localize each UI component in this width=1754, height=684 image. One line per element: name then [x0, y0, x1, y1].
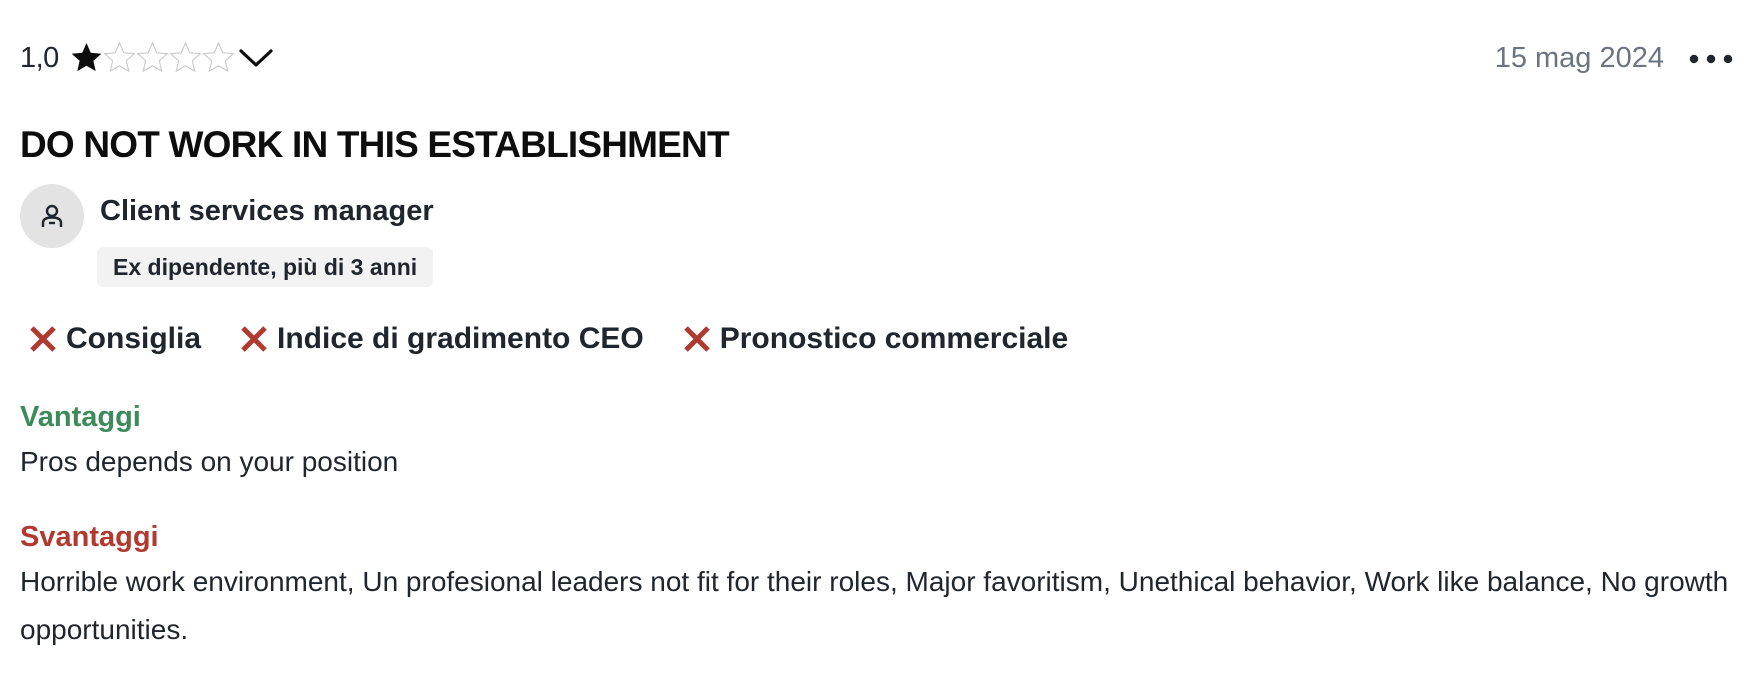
avatar — [20, 184, 84, 248]
cons-text: Horrible work environment, Un profesiona… — [20, 566, 1729, 645]
star-rating — [70, 40, 235, 74]
star-filled-icon — [71, 42, 102, 72]
pros-text: Pros depends on your position — [20, 446, 399, 477]
more-horizontal-icon[interactable] — [1688, 46, 1734, 72]
flag-business-outlook: Pronostico commerciale — [682, 322, 1068, 356]
person-icon — [41, 204, 63, 227]
flag-ceo-approval: Indice di gradimento CEO — [239, 322, 644, 356]
review-date: 15 mag 2024 — [1494, 42, 1664, 74]
x-icon — [241, 326, 267, 352]
rating-value: 1,0 — [20, 42, 59, 74]
employment-status-badge: Ex dipendente, più di 3 anni — [97, 247, 434, 287]
flag-recommend: Consiglia — [28, 322, 201, 356]
flag-label: Pronostico commerciale — [719, 322, 1069, 355]
star-outline-icon — [169, 41, 202, 73]
review-card: 1,0 15 mag 2024 DO NOT WORK IN THIS ESTA… — [20, 0, 1734, 684]
x-icon — [30, 326, 56, 352]
x-icon — [683, 326, 710, 352]
review-title[interactable]: DO NOT WORK IN THIS ESTABLISHMENT — [20, 124, 730, 166]
star-outline-icon — [136, 41, 169, 73]
pros-heading: Vantaggi — [20, 401, 141, 433]
flag-label: Indice di gradimento CEO — [277, 322, 644, 355]
review-header: 1,0 15 mag 2024 — [20, 36, 1734, 82]
flag-label: Consiglia — [66, 322, 202, 355]
review-flags: Consiglia Indice di gradimento CEO Prono… — [28, 322, 1068, 356]
star-outline-icon — [202, 41, 235, 73]
job-title: Client services manager — [100, 195, 434, 227]
star-outline-icon — [103, 41, 136, 73]
chevron-down-icon[interactable] — [237, 40, 275, 74]
cons-heading: Svantaggi — [20, 521, 159, 553]
